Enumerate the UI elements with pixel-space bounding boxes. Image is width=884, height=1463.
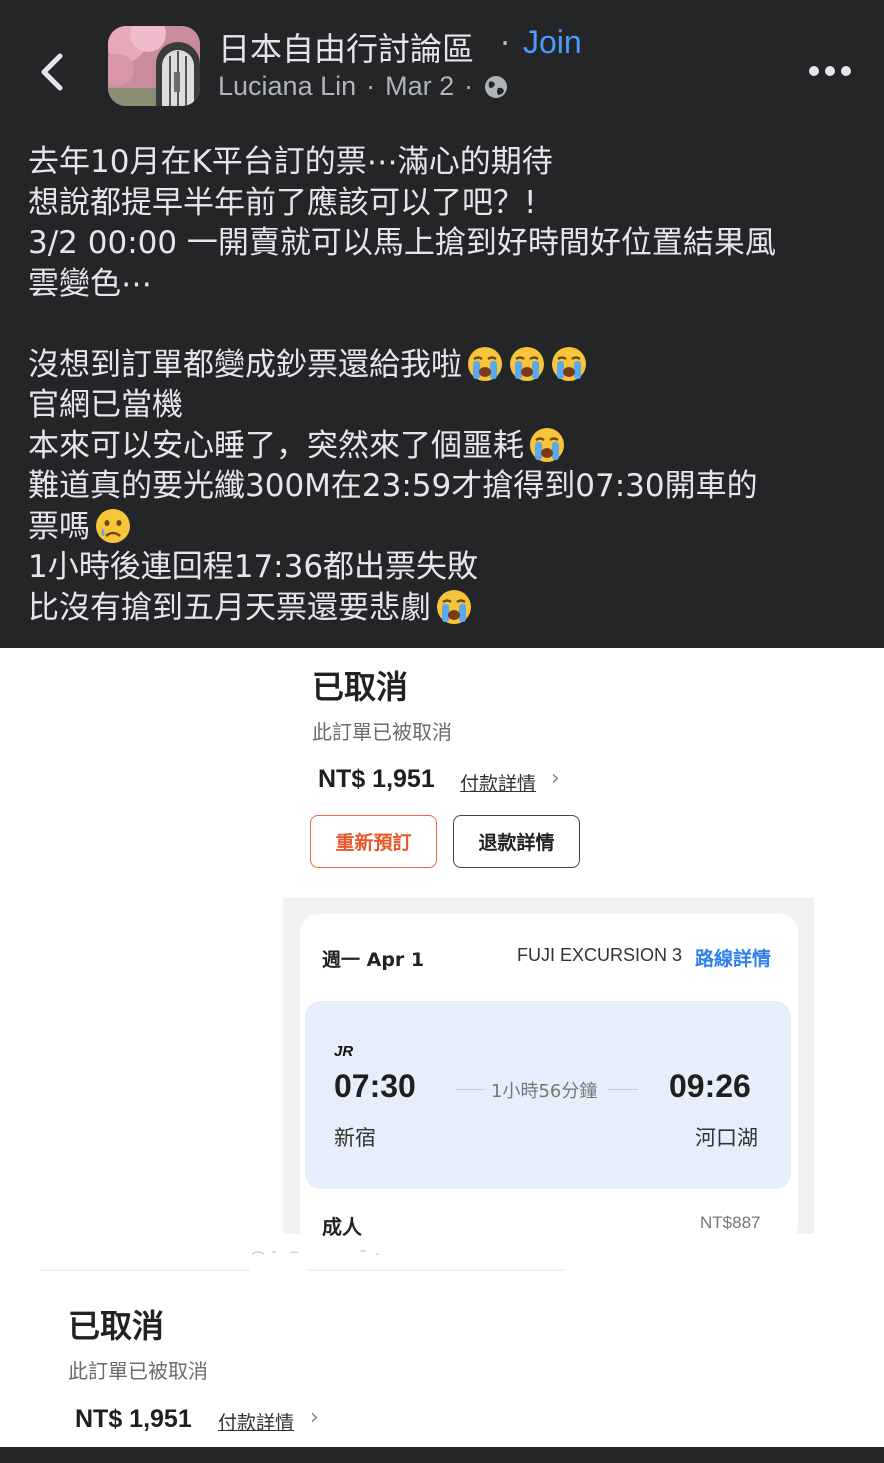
group-avatar[interactable] (108, 26, 200, 106)
jr-logo-icon: JR (334, 1043, 353, 1058)
order-total-price: NT$ 1,951 (75, 1405, 192, 1433)
post-line: 本來可以安心睡了，突然來了個噩耗 (28, 426, 868, 467)
post-meta: Luciana Lin · Mar 2 · (218, 71, 509, 102)
post-line: 雲變色⋯ (28, 265, 152, 302)
post-line: 想說都提早半年前了應該可以了吧？! (28, 184, 537, 221)
rebook-button[interactable]: 重新預訂 (310, 815, 437, 868)
loudly-crying-face-emoji (510, 346, 544, 381)
post-body: 去年10月在K平台訂的票⋯滿心的期待 想說都提早半年前了應該可以了吧？! 3/2… (28, 142, 868, 628)
screenshot-tear-edge (40, 1250, 565, 1271)
order-status-subtitle: 此訂單已被取消 (68, 1359, 208, 1383)
bottom-edge (0, 1447, 884, 1463)
departure-station: 新宿 (334, 1126, 376, 1150)
arrival-station: 河口湖 (695, 1126, 758, 1150)
separator-dot: · (500, 24, 511, 62)
train-name: FUJI EXCURSION 3 (517, 945, 683, 965)
payment-details-link[interactable]: 付款詳情 (218, 1408, 294, 1435)
payment-details-link[interactable]: 付款詳情 (460, 769, 536, 796)
order-status-title: 已取消 (68, 1307, 165, 1345)
join-button[interactable]: Join (523, 24, 582, 61)
post-line: 難道真的要光纖300M在23:59才搶得到07:30開車的 (28, 468, 758, 504)
loudly-crying-face-emoji (552, 346, 586, 381)
more-options-button[interactable] (806, 56, 854, 86)
post-line: 3/2 00:00 一開賣就可以馬上搶到好時間好位置結果風 (28, 225, 776, 261)
separator-dot: · (464, 71, 474, 101)
post-line: 比沒有搶到五月天票還要悲劇 (28, 588, 868, 629)
trip-duration: 1小時56分鐘 (491, 1081, 598, 1102)
duration-line-right (608, 1089, 638, 1090)
departure-time: 07:30 (334, 1068, 416, 1104)
post-line: 去年10月在K平台訂的票⋯滿心的期待 (28, 144, 553, 180)
facebook-post: 日本自由行討論區 · Join Luciana Lin · Mar 2 · 去年… (0, 0, 884, 648)
post-line: 沒想到訂單都變成鈔票還給我啦 (28, 345, 868, 386)
chevron-right-icon: › (310, 1405, 319, 1430)
order-total-price: NT$ 1,951 (318, 765, 435, 793)
globe-icon (485, 75, 508, 98)
post-line: 1小時後連回程17:36都出票失敗 (28, 549, 479, 585)
separator-dot: · (366, 71, 376, 101)
refund-details-button[interactable]: 退款詳情 (453, 815, 580, 868)
post-line: 票嗎 (28, 507, 868, 548)
chevron-left-icon (41, 53, 63, 91)
trip-date: 週一 Apr 1 (322, 949, 425, 971)
passenger-type: 成人 (322, 1215, 362, 1239)
loudly-crying-face-emoji (437, 589, 471, 624)
loudly-crying-face-emoji (468, 346, 502, 381)
order-status-title: 已取消 (312, 668, 409, 706)
more-horizontal-icon (809, 66, 851, 76)
back-button[interactable] (36, 50, 72, 94)
loudly-crying-face-emoji (530, 427, 564, 462)
duration-line-left (455, 1089, 485, 1090)
arrival-time: 09:26 (669, 1068, 751, 1104)
author-name[interactable]: Luciana Lin (218, 71, 356, 102)
svg-text:JR: JR (334, 1043, 353, 1058)
group-name[interactable]: 日本自由行討論區 (218, 24, 474, 70)
post-date[interactable]: Mar 2 (385, 71, 454, 102)
post-line: 官網已當機 (28, 387, 183, 423)
chevron-right-icon: › (551, 766, 560, 791)
order-status-subtitle: 此訂單已被取消 (312, 720, 452, 744)
route-details-link[interactable]: 路線詳情 (695, 944, 771, 971)
crying-face-emoji (96, 508, 130, 543)
passenger-price: NT$887 (700, 1213, 761, 1232)
